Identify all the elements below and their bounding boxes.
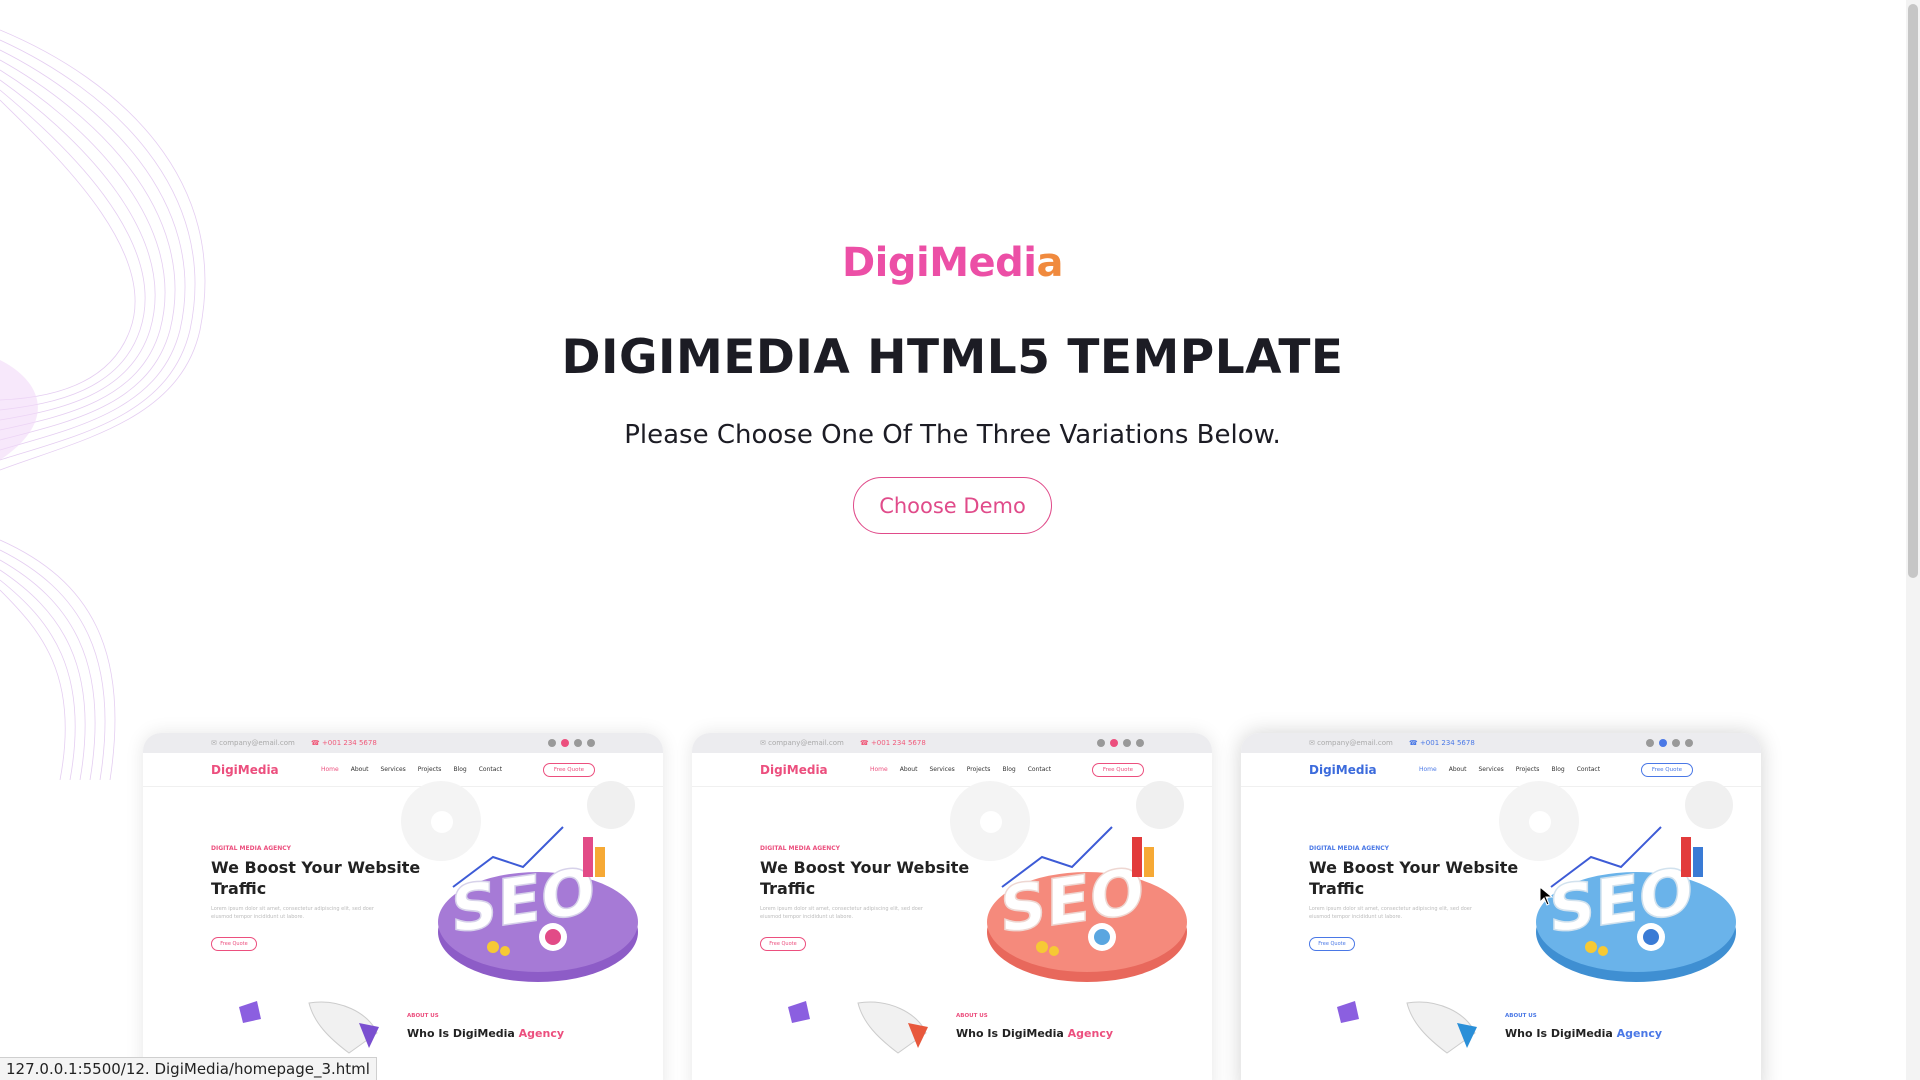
preview-about-title: Who Is DigiMedia Agency xyxy=(956,1027,1114,1040)
preview-banner-quote-button: Free Quote xyxy=(1309,937,1355,951)
page-subtitle: Please Choose One Of The Three Variation… xyxy=(624,420,1281,450)
rocket-illustration xyxy=(1337,1001,1477,1054)
preview-navbar: DigiMedia Home About Services Projects Blog C… xyxy=(1241,753,1761,787)
seo-illustration: SEO xyxy=(438,826,638,982)
phone-icon: ☎ +001 234 5678 xyxy=(1409,739,1475,747)
scrollbar[interactable] xyxy=(1906,0,1920,1080)
preview-about-tag: ABOUT US xyxy=(407,1013,439,1019)
mail-icon: ✉ company@email.com xyxy=(760,739,844,747)
seo-illustration: SEO xyxy=(987,826,1187,982)
page: DigiMedia DIGIMEDIA HTML5 TEMPLATE Pleas… xyxy=(0,0,1920,1080)
phone-icon: ☎ +001 234 5678 xyxy=(860,739,926,747)
preview-kicker: DIGITAL MEDIA AGENCY xyxy=(1309,845,1390,852)
preview-topbar: ✉ company@email.com ☎ +001 234 5678 xyxy=(692,733,1212,753)
preview-body-text: Lorem ipsum dolor sit amet, consectetur … xyxy=(760,906,923,920)
rocket-illustration xyxy=(788,1001,928,1054)
preview-banner-quote-button: Free Quote xyxy=(211,937,257,951)
mail-icon: ✉ company@email.com xyxy=(1309,739,1393,747)
preview-body-text: Lorem ipsum dolor sit amet, consectetur … xyxy=(1309,906,1472,920)
logo-text-main: DigiMedi xyxy=(841,240,1037,286)
status-bar-url: 127.0.0.1:5500/12. DigiMedia/homepage_3.… xyxy=(0,1057,377,1080)
preview-navbar: DigiMedia Home About Services Projects Blog C… xyxy=(692,753,1212,787)
preview-banner-quote-button: Free Quote xyxy=(760,937,806,951)
rocket-illustration xyxy=(239,1001,379,1054)
preview-quote-button: Free Quote xyxy=(1091,762,1144,777)
preview-quote-button: Free Quote xyxy=(542,762,595,777)
preview-quote-button: Free Quote xyxy=(1640,762,1693,777)
preview-brand: DigiMedia xyxy=(1309,762,1377,777)
preview-kicker: DIGITAL MEDIA AGENCY xyxy=(211,845,292,852)
preview-banner: DIGITAL MEDIA AGENCY We Boost Your Websi… xyxy=(1241,781,1761,1054)
choose-demo-button[interactable]: Choose Demo xyxy=(853,477,1052,534)
preview-headline: We Boost Your Website Traffic xyxy=(211,858,421,898)
preview-kicker: DIGITAL MEDIA AGENCY xyxy=(760,845,841,852)
demo-cards: ✉ company@email.com ☎ +001 234 5678 Digi… xyxy=(0,733,1905,1080)
preview-headline: We Boost Your Website Traffic xyxy=(760,858,970,898)
demo-card-2[interactable]: ✉ company@email.com ☎ +001 234 5678 Digi… xyxy=(692,733,1212,1080)
preview-topbar: ✉ company@email.com ☎ +001 234 5678 xyxy=(1241,733,1761,753)
preview-about-tag: ABOUT US xyxy=(956,1013,988,1019)
preview-navbar: DigiMedia Home About Services Projects Blog C… xyxy=(143,753,663,787)
preview-about-tag: ABOUT US xyxy=(1505,1013,1537,1019)
brand-logo[interactable]: DigiMedia xyxy=(0,240,1905,286)
preview-brand: DigiMedia xyxy=(760,762,828,777)
decorative-wave-lines xyxy=(0,29,206,780)
scrollbar-thumb[interactable] xyxy=(1908,4,1918,578)
demo-card-3[interactable]: ✉ company@email.com ☎ +001 234 5678 Digi… xyxy=(1241,733,1761,1080)
preview-headline: We Boost Your Website Traffic xyxy=(1309,858,1519,898)
social-icons xyxy=(1097,739,1144,747)
social-icons xyxy=(548,739,595,747)
preview-about-title: Who Is DigiMedia Agency xyxy=(407,1027,565,1040)
preview-brand: DigiMedia xyxy=(211,762,279,777)
preview-nav-links: Home About Services Projects Blog Contact xyxy=(1419,766,1601,773)
mouse-pointer-icon xyxy=(1539,886,1553,906)
preview-topbar: ✉ company@email.com ☎ +001 234 5678 xyxy=(143,733,663,753)
seo-illustration: SEO xyxy=(1536,826,1736,982)
mail-icon: ✉ company@email.com xyxy=(211,739,295,747)
preview-nav-links: Home About Services Projects Blog Contact xyxy=(321,766,503,773)
preview-banner: DIGITAL MEDIA AGENCY We Boost Your Websi… xyxy=(143,781,663,1054)
demo-card-1[interactable]: ✉ company@email.com ☎ +001 234 5678 Digi… xyxy=(143,733,663,1080)
preview-about-title: Who Is DigiMedia Agency xyxy=(1505,1027,1663,1040)
page-title: DIGIMEDIA HTML5 TEMPLATE xyxy=(561,330,1344,385)
preview-banner: DIGITAL MEDIA AGENCY We Boost Your Websi… xyxy=(692,781,1212,1054)
logo-text-accent: a xyxy=(1036,240,1064,286)
social-icons xyxy=(1646,739,1693,747)
preview-body-text: Lorem ipsum dolor sit amet, consectetur … xyxy=(211,906,374,920)
phone-icon: ☎ +001 234 5678 xyxy=(311,739,377,747)
preview-nav-links: Home About Services Projects Blog Contact xyxy=(870,766,1052,773)
